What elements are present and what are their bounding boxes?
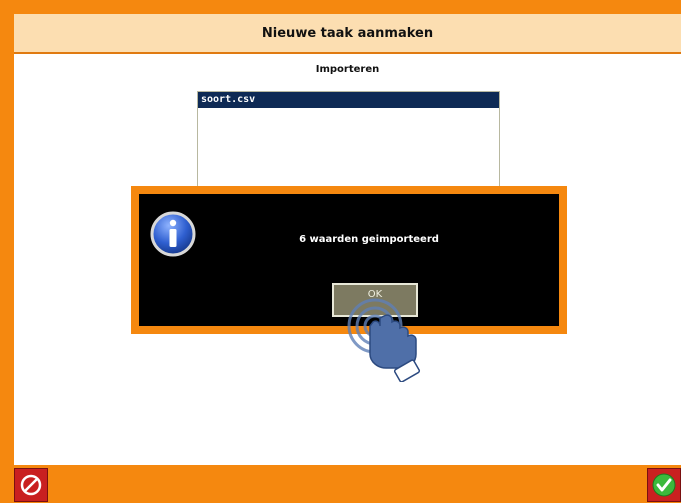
tap-hand-icon xyxy=(347,298,421,382)
section-title: Importeren xyxy=(315,64,380,75)
cancel-button[interactable] xyxy=(14,468,48,502)
checkmark-icon xyxy=(652,473,676,497)
window-title: Nieuwe taak aanmaken xyxy=(261,25,434,41)
cancel-icon xyxy=(20,474,42,496)
info-icon xyxy=(150,211,196,257)
dialog-message: 6 waarden geimporteerd xyxy=(299,234,439,245)
title-bar: Nieuwe taak aanmaken xyxy=(14,14,681,54)
confirm-button[interactable] xyxy=(647,468,681,502)
list-item[interactable]: soort.csv xyxy=(198,92,499,108)
footer-bar xyxy=(14,465,681,503)
